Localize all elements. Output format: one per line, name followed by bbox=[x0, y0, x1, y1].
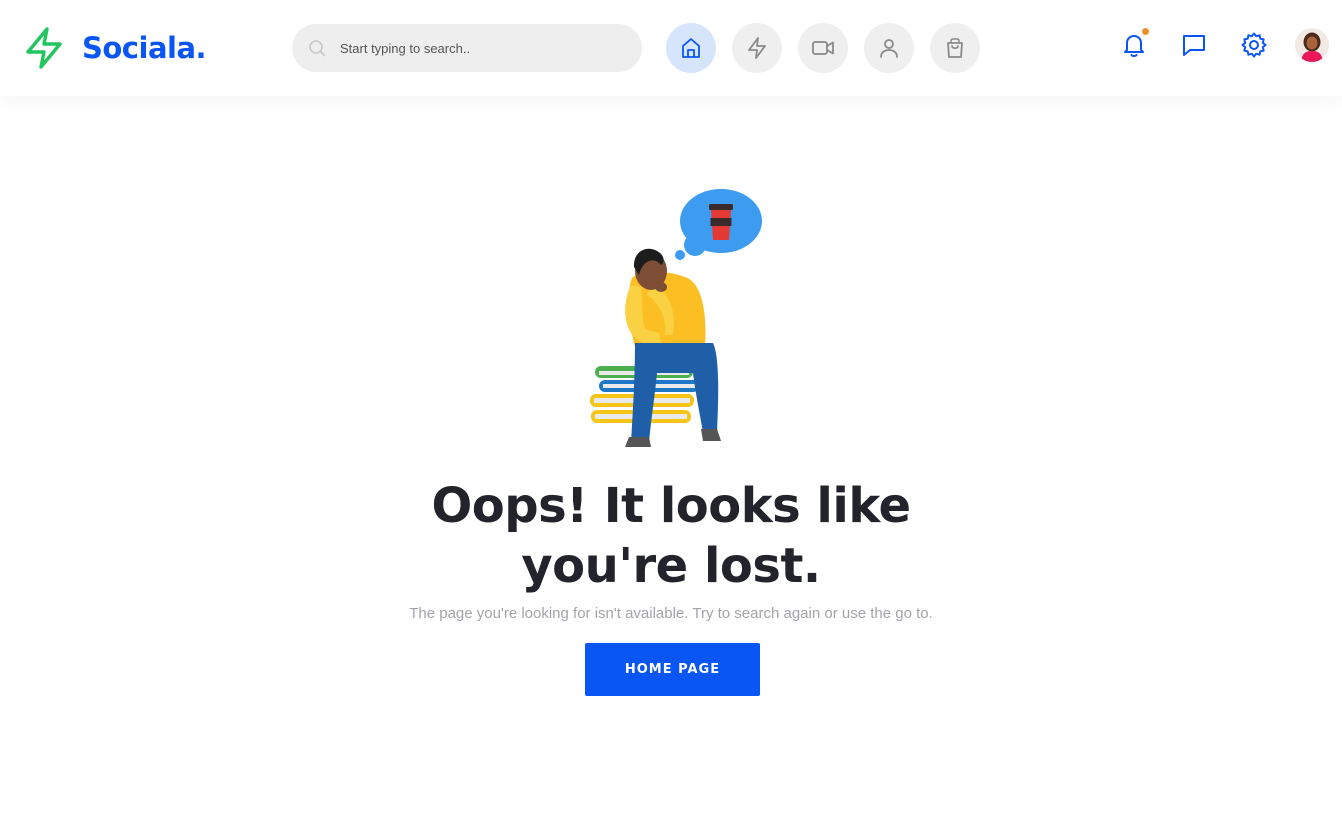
nav-video-button[interactable] bbox=[798, 23, 848, 73]
headline-line-2: you're lost. bbox=[521, 538, 821, 594]
brand-logo[interactable]: Sociala. bbox=[24, 26, 207, 70]
settings-icon bbox=[1241, 32, 1267, 58]
messages-button[interactable] bbox=[1179, 30, 1209, 60]
message-icon bbox=[1183, 35, 1205, 56]
error-headline: Oops! It looks like you're lost. bbox=[371, 476, 971, 596]
headline-line-1: Oops! It looks like bbox=[431, 478, 911, 534]
nav-home-button[interactable] bbox=[666, 23, 716, 73]
nav-stories-button[interactable] bbox=[732, 23, 782, 73]
settings-button[interactable] bbox=[1239, 30, 1269, 60]
notifications-button[interactable] bbox=[1119, 28, 1149, 60]
search-icon bbox=[309, 40, 326, 57]
user-avatar[interactable] bbox=[1295, 28, 1329, 62]
user-icon bbox=[880, 39, 898, 58]
search-input[interactable] bbox=[340, 24, 630, 72]
video-icon bbox=[812, 41, 834, 55]
nav-profile-button[interactable] bbox=[864, 23, 914, 73]
nav-shop-button[interactable] bbox=[930, 23, 980, 73]
home-page-button[interactable]: HOME PAGE bbox=[585, 643, 760, 696]
error-description: The page you're looking for isn't availa… bbox=[409, 605, 933, 622]
avatar-image bbox=[1295, 28, 1329, 62]
bell-icon bbox=[1124, 35, 1144, 57]
lightning-icon bbox=[748, 37, 766, 59]
shopping-bag-icon bbox=[947, 38, 963, 58]
home-icon bbox=[682, 38, 700, 58]
lost-person-illustration bbox=[590, 189, 762, 447]
top-header: Sociala. bbox=[0, 0, 1342, 96]
brand-name: Sociala. bbox=[82, 31, 207, 65]
notification-dot bbox=[1142, 28, 1149, 35]
search-bar[interactable] bbox=[292, 24, 642, 72]
lightning-logo-icon bbox=[26, 27, 62, 69]
